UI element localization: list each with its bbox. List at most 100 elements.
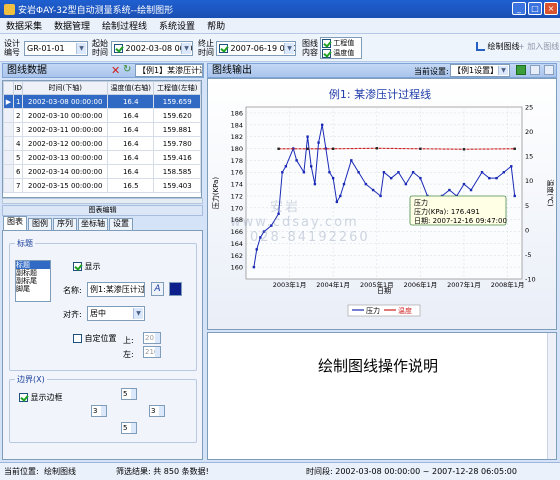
row-header[interactable] — [3, 150, 14, 165]
delete-icon[interactable]: ✕ — [111, 64, 120, 77]
color-button[interactable] — [169, 282, 182, 296]
list-item[interactable]: 脚尾 — [16, 285, 50, 293]
table-cell: 2002-03-12 00:00:00 — [22, 136, 108, 151]
current-setting-label: 当前设置: — [414, 67, 449, 76]
horizontal-scrollbar[interactable] — [2, 198, 203, 204]
chevron-down-icon: ▼ — [498, 66, 508, 75]
column-header[interactable]: 时间(下轴) — [22, 81, 108, 95]
custom-position-checkbox[interactable] — [73, 334, 82, 343]
row-header[interactable] — [3, 178, 14, 193]
show-border-label: 显示边框 — [30, 393, 63, 402]
chart-icon — [476, 42, 485, 51]
border-left-spinner[interactable]: 3 — [91, 405, 107, 417]
font-button[interactable]: A — [151, 282, 164, 296]
table-row[interactable]: ▶ 1 2002-03-08 00:00:00 16.4 159.659 — [3, 94, 201, 109]
table-row[interactable]: 3 2002-03-11 00:00:00 16.4 159.881 — [3, 122, 201, 137]
vertical-scrollbar[interactable] — [547, 333, 556, 459]
table-row[interactable]: 2 2002-03-10 00:00:00 16.4 159.620 — [3, 108, 201, 123]
title-bar: 安岩ΦAY-32型自动测量系统--绘制图形 _ □ × — [0, 0, 560, 18]
show-title-option[interactable]: 显示 — [73, 261, 101, 272]
refresh-icon[interactable]: ↻ — [123, 64, 131, 75]
border-top-spinner[interactable]: 5 — [121, 388, 137, 400]
column-header[interactable]: 工程值(左轴) — [153, 81, 201, 95]
left-spinner[interactable]: 210 — [143, 346, 161, 358]
edit-panel-title: 图表编辑 — [88, 206, 117, 214]
data-point — [328, 171, 331, 174]
menu-system-settings[interactable]: 系统设置 — [153, 19, 201, 32]
y2-tick-label: -5 — [525, 251, 531, 259]
row-header[interactable] — [3, 122, 14, 137]
align-select[interactable]: 居中 ▼ — [87, 306, 145, 321]
tab-axis[interactable]: 坐标轴 — [78, 218, 108, 230]
end-time-checkbox[interactable] — [219, 44, 228, 53]
add-line-button[interactable]: + 加入图线 — [518, 41, 559, 52]
table-row[interactable]: 6 2002-03-14 00:00:00 16.4 158.585 — [3, 164, 201, 179]
title-list[interactable]: 标题 副标题 副标尾 脚尾 — [15, 260, 51, 302]
engineering-option[interactable]: 工程值 — [322, 38, 361, 48]
chevron-down-icon: ▼ — [133, 308, 143, 319]
data-point — [306, 147, 309, 150]
table-cell: 4 — [12, 136, 24, 151]
show-title-label: 显示 — [84, 262, 101, 271]
chevron-down-icon: ▼ — [181, 43, 191, 54]
draw-button[interactable]: 绘制图线 — [476, 41, 520, 52]
row-header[interactable] — [3, 136, 14, 151]
table-cell: 7 — [12, 178, 24, 193]
y2-tick-label: 20 — [525, 128, 533, 136]
row-header[interactable] — [3, 108, 14, 123]
custom-position-option[interactable]: 自定位置 — [73, 333, 117, 344]
y-tick-label: 162 — [231, 252, 243, 260]
current-setting-select[interactable]: 【例1设置】 ▼ — [450, 64, 510, 77]
start-time-picker[interactable]: 2002-03-08 00:00:00 ▼ — [111, 41, 193, 56]
border-right-spinner[interactable]: 3 — [149, 405, 165, 417]
start-time-checkbox[interactable] — [114, 44, 123, 53]
content-label: 图线 内容 — [302, 39, 318, 57]
edit-panel-header: 图表编辑 — [2, 205, 203, 216]
tab-settings[interactable]: 设置 — [109, 218, 133, 230]
list-item[interactable]: 副标题 — [16, 269, 50, 277]
design-number-select[interactable]: GR-01-01 ▼ — [24, 41, 88, 56]
print-icon[interactable] — [530, 65, 540, 75]
menu-data-collect[interactable]: 数据采集 — [0, 19, 48, 32]
end-time-picker[interactable]: 2007-06-19 00:00:00 ▼ — [216, 41, 296, 56]
data-point — [411, 171, 415, 174]
show-border-option[interactable]: 显示边框 — [19, 392, 63, 403]
border-bottom-spinner[interactable]: 5 — [121, 422, 137, 434]
up-spinner[interactable]: 20 — [143, 332, 161, 344]
show-title-checkbox[interactable] — [73, 262, 82, 271]
column-header[interactable]: 温度值(右轴) — [106, 81, 155, 95]
preset-select[interactable]: 【例1】某渗压计过 — [135, 64, 203, 77]
left-label: 左: — [123, 350, 134, 359]
table-cell: 159.416 — [153, 150, 201, 165]
export-icon[interactable] — [544, 65, 554, 75]
tab-chart[interactable]: 图表 — [3, 216, 27, 230]
row-header[interactable] — [3, 164, 14, 179]
title-name-input[interactable]: 例1:某渗压计过程 — [87, 282, 145, 297]
minimize-button[interactable]: _ — [512, 2, 526, 15]
row-header[interactable]: ▶ — [3, 94, 14, 109]
table-row[interactable]: 5 2002-03-13 00:00:00 16.4 159.416 — [3, 150, 201, 165]
data-point — [252, 265, 256, 269]
engineering-checkbox[interactable] — [322, 38, 331, 48]
column-header[interactable]: ID — [12, 81, 24, 95]
menu-help[interactable]: 帮助 — [201, 19, 231, 32]
save-icon[interactable] — [516, 65, 526, 75]
list-item[interactable]: 副标尾 — [16, 277, 50, 285]
maximize-button[interactable]: □ — [528, 2, 542, 15]
data-point — [309, 165, 313, 168]
current-setting-value: 【例1设置】 — [453, 66, 499, 75]
show-border-checkbox[interactable] — [19, 393, 28, 402]
status-bar: 当前位置: 绘制图线 筛选结果: 共 850 条数据! 时间段: 2002-03… — [0, 462, 560, 480]
temperature-option[interactable]: 温度值 — [322, 48, 361, 58]
temperature-checkbox[interactable] — [322, 48, 331, 58]
tab-series[interactable]: 序列 — [53, 218, 77, 230]
data-point — [513, 194, 516, 198]
menu-draw-process[interactable]: 绘制过程线 — [96, 19, 153, 32]
list-item[interactable]: 标题 — [16, 261, 50, 269]
left-value: 210 — [145, 348, 159, 356]
menu-data-manage[interactable]: 数据管理 — [48, 19, 96, 32]
tab-legend[interactable]: 图例 — [28, 218, 52, 230]
close-button[interactable]: × — [544, 2, 558, 15]
table-row[interactable]: 4 2002-03-12 00:00:00 16.4 159.780 — [3, 136, 201, 151]
table-row[interactable]: 7 2002-03-15 00:00:00 16.5 159.403 — [3, 178, 201, 193]
